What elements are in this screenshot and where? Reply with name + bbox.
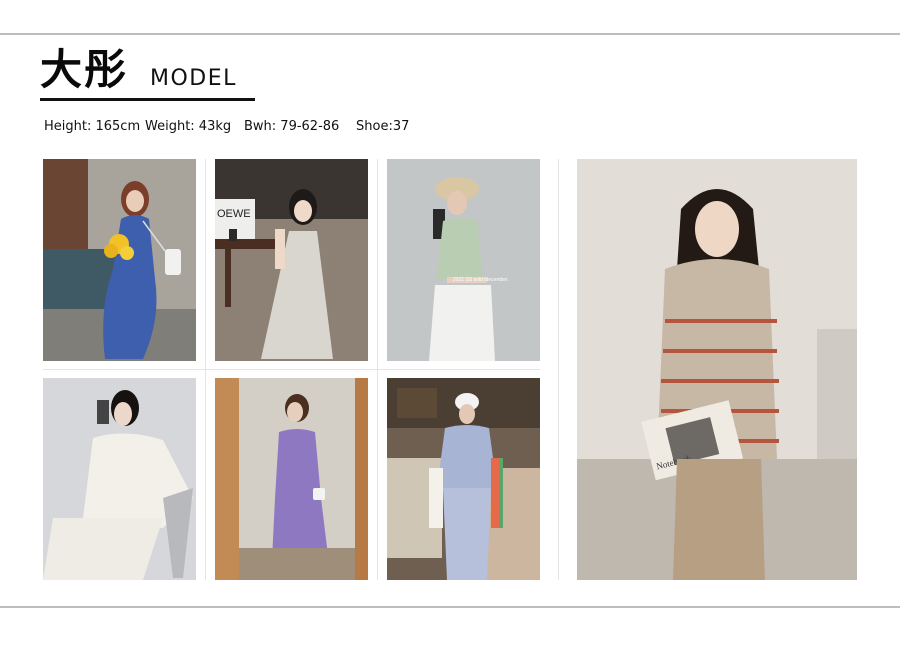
model-photo-striped-sweater-portrait: Notebook <box>577 159 857 580</box>
model-name-chinese: 大彤 <box>40 45 129 94</box>
title-underline <box>40 98 255 101</box>
model-photo-white-slip-dress: OEWE <box>215 159 368 361</box>
photo-caption: 2021 SS sold /december. <box>453 277 509 283</box>
model-photo-cap-tank-top: 2021 SS sold /december. <box>387 159 540 361</box>
model-photo-blue-sweatsuit <box>387 378 540 580</box>
grid-separator <box>43 369 540 370</box>
bottom-divider <box>0 606 900 608</box>
model-photo-blue-floral-dress <box>43 159 196 361</box>
cafe-sign-text: OEWE <box>217 208 251 220</box>
stat-weight: Weight: 43kg <box>145 119 232 134</box>
grid-separator <box>558 159 559 580</box>
stat-bwh: Bwh: 79-62-86 <box>244 119 340 134</box>
stat-shoe: Shoe:37 <box>356 119 410 134</box>
model-label: MODEL <box>150 66 237 91</box>
top-divider <box>0 33 900 35</box>
stat-height: Height: 165cm <box>44 119 141 134</box>
model-photo-purple-floral-dress <box>215 378 368 580</box>
model-photo-white-satin-suit <box>43 378 196 580</box>
